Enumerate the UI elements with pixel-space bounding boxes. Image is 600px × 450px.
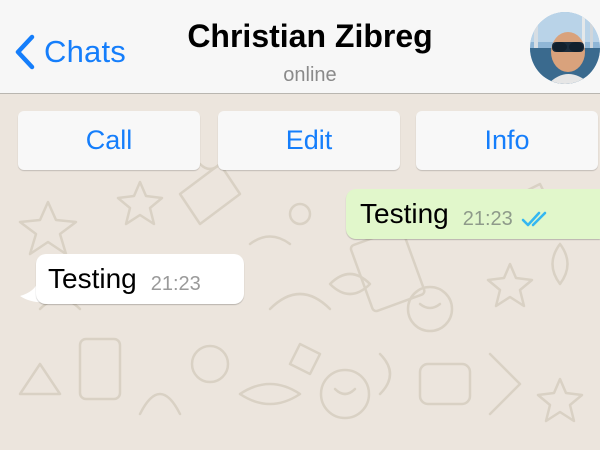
contact-status: online <box>283 64 337 86</box>
message-text: Testing <box>48 263 137 294</box>
double-check-icon <box>521 211 547 227</box>
edit-button[interactable]: Edit <box>218 111 400 170</box>
chevron-left-icon <box>15 34 35 70</box>
chat-header: Chats Christian Zibreg online <box>0 0 600 94</box>
avatar[interactable] <box>530 12 600 84</box>
avatar-photo <box>530 12 600 84</box>
call-button[interactable]: Call <box>18 111 200 170</box>
outgoing-message[interactable]: Testing 21:23 <box>346 189 600 239</box>
chat-area[interactable]: Call Edit Info Testing 21:23 Testing 21:… <box>0 94 600 450</box>
action-buttons: Call Edit Info <box>18 111 600 170</box>
contact-name[interactable]: Christian Zibreg <box>150 18 470 55</box>
message-time: 21:23 <box>462 207 513 230</box>
incoming-message[interactable]: Testing 21:23 <box>36 254 244 304</box>
info-button[interactable]: Info <box>416 111 598 170</box>
message-time: 21:23 <box>150 272 201 295</box>
back-button[interactable]: Chats <box>14 30 126 74</box>
message-text: Testing <box>360 198 449 229</box>
back-label: Chats <box>44 34 126 69</box>
